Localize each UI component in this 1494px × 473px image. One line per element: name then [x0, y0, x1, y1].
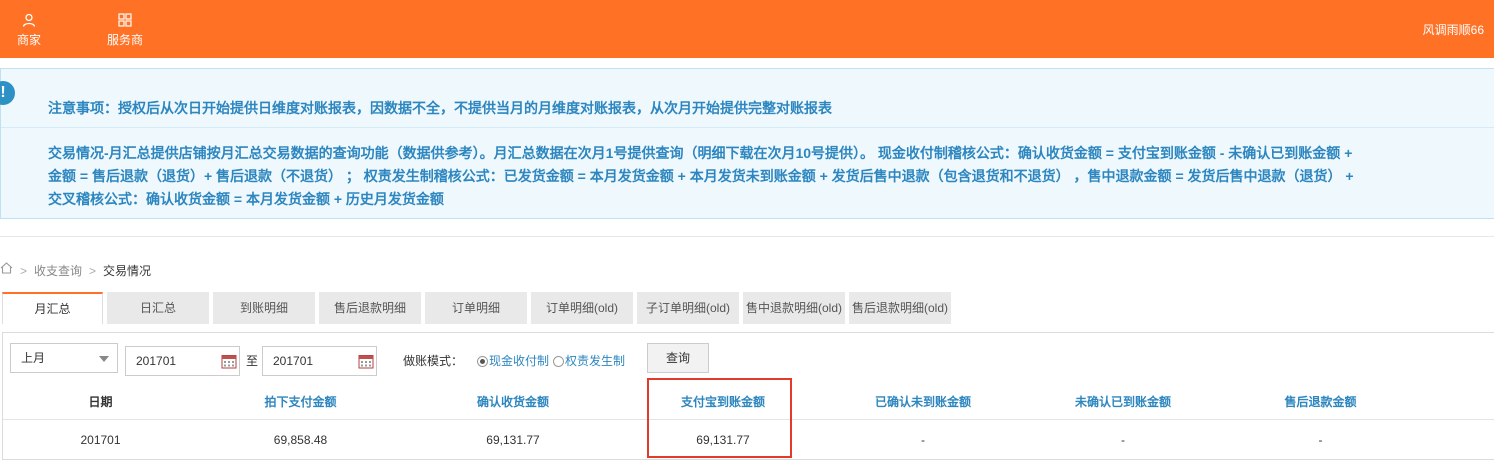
alert-icon: !	[0, 81, 15, 105]
notice-divider	[1, 127, 1494, 128]
content-panel: 上月 201701 至 201701 做账模式： 现金收付制 权责发生制 查询 …	[2, 332, 1494, 460]
notice-line: 金额 = 售后退款（退货）+ 售后退款（不退货） ； 权责发生制稽核公式：已发货…	[48, 168, 1354, 184]
table-cell: 69,131.77	[486, 433, 540, 447]
nav-item-merchant[interactable]: 商家	[0, 10, 64, 48]
calendar-icon[interactable]	[358, 353, 374, 372]
nav-item-label: 商家	[16, 33, 41, 47]
caret-down-icon	[99, 356, 109, 362]
radio-accrual-basis[interactable]: 权责发生制	[553, 352, 625, 369]
notice-body: 交易情况-月汇总提供店铺按月汇总交易数据的查询功能（数据供参考）。月汇总数据在次…	[48, 142, 1494, 211]
radio-label: 权责发生制	[565, 354, 626, 368]
radio-cash-basis[interactable]: 现金收付制	[477, 352, 549, 369]
start-date-input[interactable]: 201701	[125, 346, 240, 376]
period-select[interactable]: 上月	[10, 343, 118, 373]
filter-bar: 上月 201701 至 201701 做账模式： 现金收付制 权责发生制 查询	[3, 333, 1494, 385]
column-header-after-sale-refund[interactable]: 售后退款金额	[1223, 385, 1418, 420]
column-header-date[interactable]: 日期	[3, 385, 198, 420]
table-row: 201701 69,858.48 69,131.77 69,131.77 - -…	[3, 421, 1494, 459]
notice-line: 交易情况-月汇总提供店铺按月汇总交易数据的查询功能（数据供参考）。月汇总数据在次…	[48, 145, 1353, 161]
table-cell: 201701	[80, 433, 121, 447]
table-cell: 69,858.48	[273, 433, 328, 447]
table-header: 日期 拍下支付金额 确认收货金额 支付宝到账金额 已确认未到账金额 未确认已到账…	[3, 385, 1494, 420]
tab-in-sale-refund-detail-old[interactable]: 售中退款明细(old)	[743, 292, 845, 324]
table-cell: -	[921, 433, 925, 447]
home-icon[interactable]	[0, 261, 13, 279]
accounting-mode-label: 做账模式：	[403, 354, 464, 368]
tab-after-sale-refund-detail[interactable]: 售后退款明细	[319, 292, 421, 324]
radio-label: 现金收付制	[489, 354, 550, 368]
user-icon	[0, 10, 64, 28]
chevron-right-icon: >	[20, 264, 28, 278]
nav-item-service-provider[interactable]: 服务商	[90, 10, 160, 48]
nav-item-label: 服务商	[106, 33, 143, 47]
tab-suborder-detail-old[interactable]: 子订单明细(old)	[637, 292, 739, 324]
tab-daily-summary[interactable]: 日汇总	[107, 292, 209, 324]
notice-title: 注意事项：授权后从次日开始提供日维度对账报表，因数据不全，不提供当月的月维度对账…	[48, 100, 832, 116]
notice-line: 交叉稽核公式：确认收货金额 = 本月发货金额 + 历史月发货金额	[48, 191, 444, 207]
period-select-value: 上月	[21, 351, 46, 365]
date-range-separator: 至	[246, 354, 259, 368]
radio-checked-icon	[477, 356, 488, 367]
table-cell: 69,131.77	[696, 433, 750, 447]
breadcrumb-item[interactable]: 收支查询	[34, 264, 82, 278]
tab-settlement-detail[interactable]: 到账明细	[213, 292, 315, 324]
top-nav-bar: 商家 服务商 风调雨顺66	[0, 0, 1494, 58]
tab-order-detail[interactable]: 订单明细	[425, 292, 527, 324]
column-header-alipay-received[interactable]: 支付宝到账金额	[623, 385, 823, 420]
column-header-confirmed-amount[interactable]: 确认收货金额	[403, 385, 623, 420]
start-date-value: 201701	[136, 354, 177, 368]
end-date-input[interactable]: 201701	[262, 346, 377, 376]
column-header-confirmed-not-received[interactable]: 已确认未到账金额	[823, 385, 1023, 420]
notice-panel: ! 注意事项：授权后从次日开始提供日维度对账报表，因数据不全，不提供当月的月维度…	[0, 68, 1494, 219]
apps-grid-icon	[90, 10, 160, 28]
table-cell: -	[1318, 433, 1323, 447]
table-cell: -	[1121, 433, 1125, 447]
column-header-unconfirmed-received[interactable]: 未确认已到账金额	[1023, 385, 1223, 420]
radio-unchecked-icon	[553, 356, 564, 367]
end-date-value: 201701	[273, 354, 314, 368]
divider	[0, 236, 1494, 237]
breadcrumb-current: 交易情况	[103, 264, 152, 278]
tab-monthly-summary[interactable]: 月汇总	[2, 292, 103, 324]
tab-after-sale-refund-detail-old[interactable]: 售后退款明细(old)	[849, 292, 951, 324]
tab-order-detail-old[interactable]: 订单明细(old)	[531, 292, 633, 324]
column-header-paid-amount[interactable]: 拍下支付金额	[198, 385, 403, 420]
username[interactable]: 风调雨顺66	[1423, 21, 1484, 38]
query-button[interactable]: 查询	[647, 343, 709, 373]
chevron-right-icon: >	[89, 264, 97, 278]
breadcrumb: > 收支查询 > 交易情况	[0, 262, 151, 280]
calendar-icon[interactable]	[221, 353, 237, 372]
